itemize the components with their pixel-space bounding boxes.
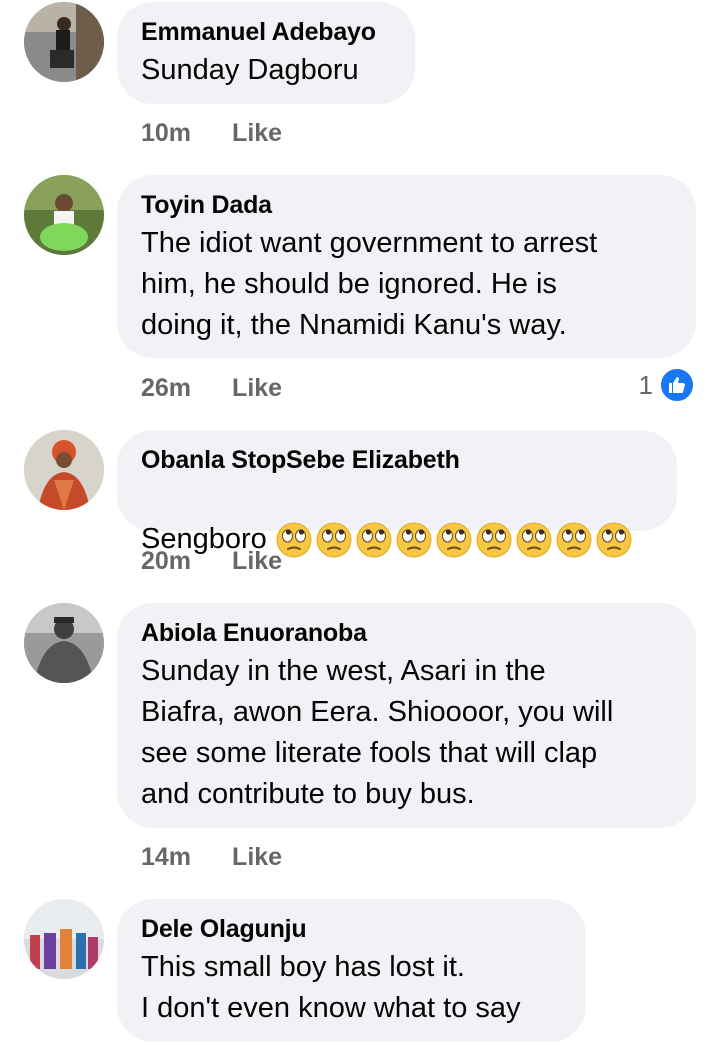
comment-text: This small boy has lost it. I don't even… — [141, 951, 521, 1024]
comment-bubble: Toyin Dada The idiot want government to … — [117, 175, 696, 358]
comment-actions: 20m Like — [141, 546, 282, 576]
avatar[interactable] — [24, 2, 104, 82]
comment-timestamp[interactable]: 20m — [141, 546, 191, 576]
face-with-rolling-eyes-icon — [316, 522, 352, 558]
comment-author[interactable]: Toyin Dada — [141, 189, 672, 221]
like-button[interactable]: Like — [232, 546, 282, 576]
face-with-rolling-eyes-icon — [556, 522, 592, 558]
comment-actions: 10m Like — [141, 118, 282, 148]
comment-text: Sunday Dagboru — [141, 54, 359, 86]
comment-text: Sunday in the west, Asari in the Biafra,… — [141, 655, 614, 810]
like-button[interactable]: Like — [232, 118, 282, 148]
like-button[interactable]: Like — [232, 842, 282, 872]
emoji-row — [275, 521, 633, 559]
thumbs-up-icon — [659, 367, 695, 403]
reaction-summary[interactable]: 1 — [639, 367, 695, 403]
avatar[interactable] — [24, 430, 104, 510]
like-button[interactable]: Like — [232, 373, 282, 403]
face-with-rolling-eyes-icon — [516, 522, 552, 558]
face-with-rolling-eyes-icon — [396, 522, 432, 558]
comment-author[interactable]: Abiola Enuoranoba — [141, 617, 672, 649]
comment-timestamp[interactable]: 10m — [141, 118, 191, 148]
comment-author[interactable]: Obanla StopSebe Elizabeth — [141, 444, 653, 476]
face-with-rolling-eyes-icon — [436, 522, 472, 558]
comment-bubble: Emmanuel Adebayo Sunday Dagboru — [117, 2, 415, 104]
comment-bubble: Dele Olagunju This small boy has lost it… — [117, 899, 586, 1042]
comment-actions: 14m Like — [141, 842, 282, 872]
reaction-count: 1 — [638, 369, 653, 400]
comment-bubble: Obanla StopSebe Elizabeth Sengboro — [117, 430, 677, 558]
avatar[interactable] — [24, 603, 104, 683]
comment-timestamp[interactable]: 26m — [141, 373, 191, 403]
comment-author[interactable]: Dele Olagunju — [141, 913, 562, 945]
comment-text: The idiot want government to arrest him,… — [141, 227, 598, 341]
face-with-rolling-eyes-icon — [596, 522, 632, 558]
comment-actions: 26m Like — [141, 373, 282, 403]
avatar[interactable] — [24, 175, 104, 255]
avatar[interactable] — [24, 899, 104, 979]
comment-timestamp[interactable]: 14m — [141, 842, 191, 872]
comment-author[interactable]: Emmanuel Adebayo — [141, 16, 391, 48]
comment-bubble: Abiola Enuoranoba Sunday in the west, As… — [117, 603, 696, 828]
face-with-rolling-eyes-icon — [476, 522, 512, 558]
face-with-rolling-eyes-icon — [356, 522, 392, 558]
